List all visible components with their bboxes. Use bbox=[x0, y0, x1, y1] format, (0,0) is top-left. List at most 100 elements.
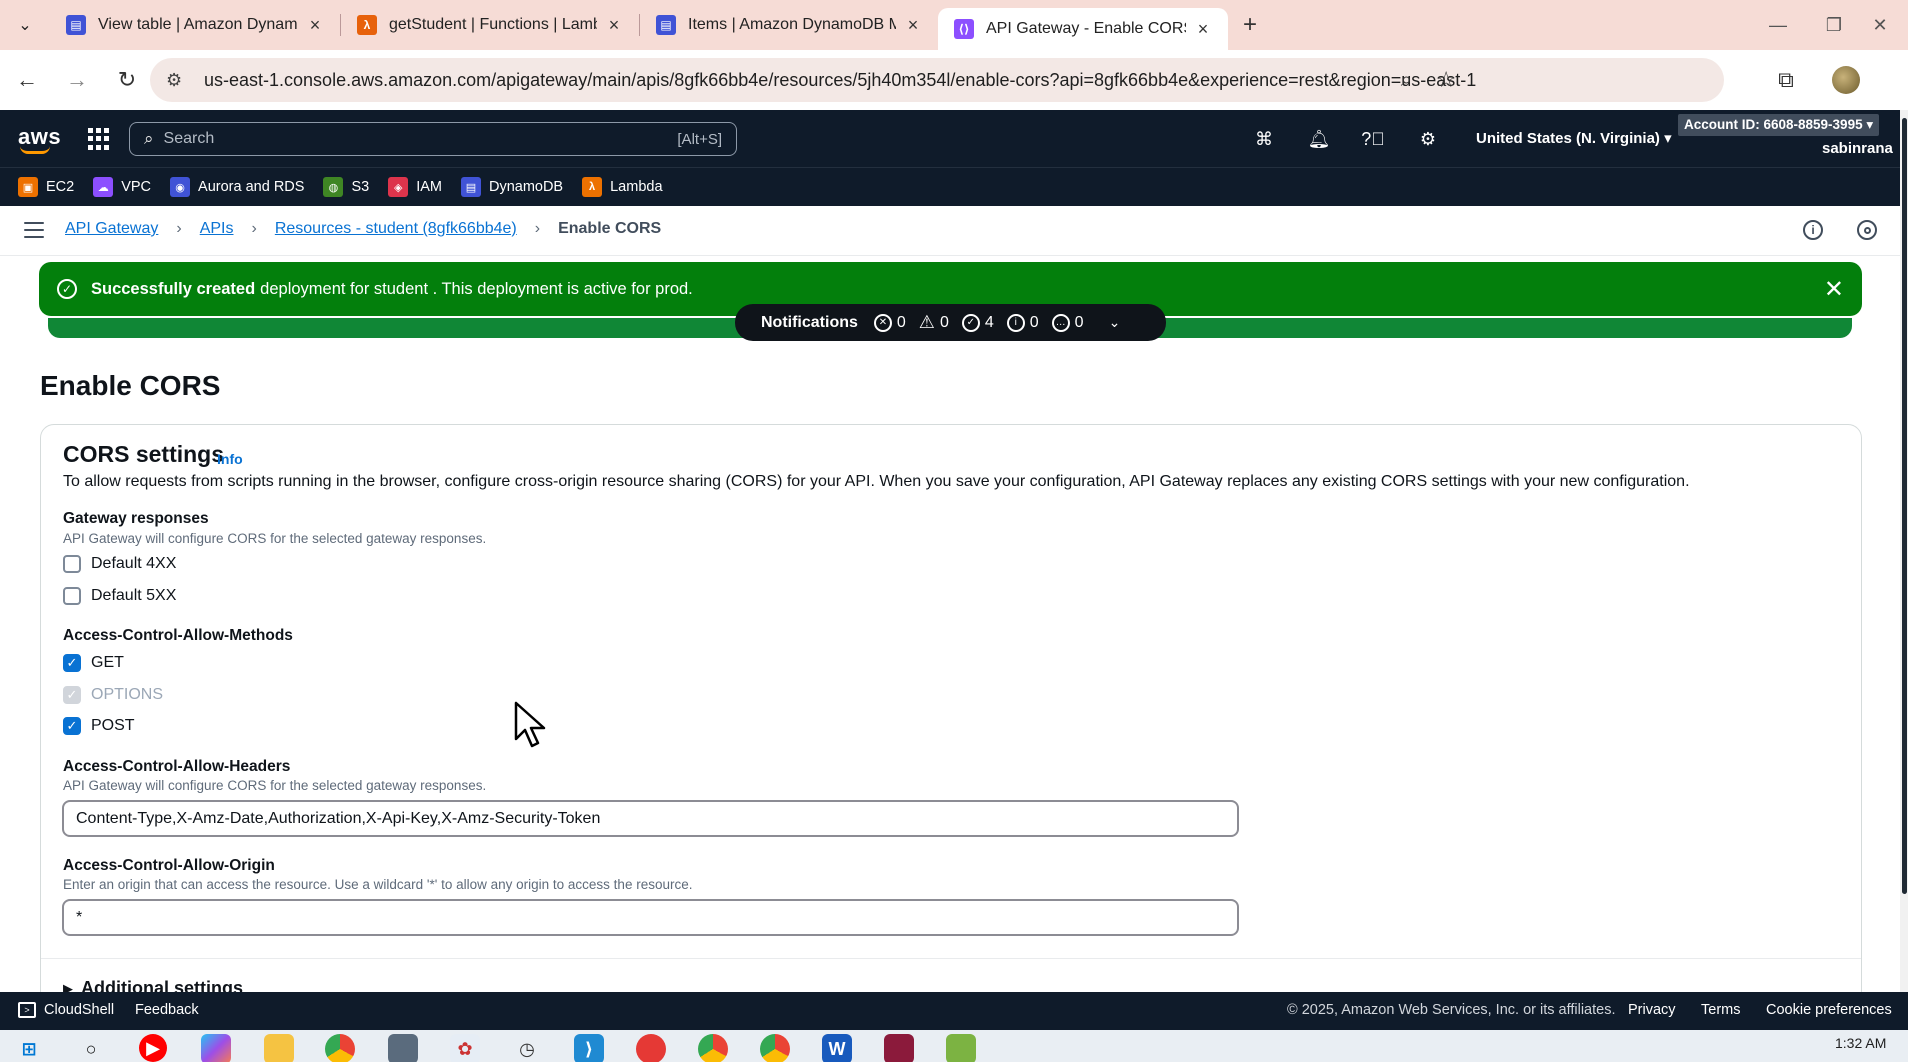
checkbox-method-options: ✓ OPTIONS bbox=[63, 686, 163, 704]
breadcrumb-apis[interactable]: APIs bbox=[200, 220, 234, 238]
clock-icon[interactable]: ◷ bbox=[512, 1034, 542, 1062]
allow-origin-input[interactable] bbox=[62, 899, 1239, 936]
checkbox-default-5xx[interactable]: Default 5XX bbox=[63, 587, 176, 605]
cookie-preferences-link[interactable]: Cookie preferences bbox=[1766, 1002, 1892, 1018]
favorite-ec2[interactable]: ▣ EC2 bbox=[18, 177, 74, 197]
favorite-vpc[interactable]: ☁ VPC bbox=[93, 177, 151, 197]
help-icon[interactable]: ?⃝ bbox=[1360, 126, 1386, 152]
new-tab-plus-icon[interactable]: + bbox=[1228, 11, 1272, 39]
paint-icon[interactable]: ✿ bbox=[450, 1034, 480, 1062]
checkbox-box-disabled: ✓ bbox=[63, 686, 81, 704]
browser-tab-active[interactable]: ⟨⟩ API Gateway - Enable CORS × bbox=[938, 8, 1228, 50]
user-menu[interactable]: sabinrana bbox=[1822, 140, 1893, 157]
chrome-icon[interactable] bbox=[698, 1034, 728, 1062]
browser-tab[interactable]: ▤ Items | Amazon DynamoDB Ma × bbox=[640, 0, 938, 50]
lambda-icon: λ bbox=[582, 177, 603, 197]
scrollbar-thumb[interactable] bbox=[1902, 118, 1907, 894]
file-explorer-icon[interactable] bbox=[264, 1034, 294, 1062]
reload-icon[interactable]: ↻ bbox=[104, 57, 150, 103]
url-omnibox[interactable]: ⚙ us-east-1.console.aws.amazon.com/apiga… bbox=[150, 58, 1724, 102]
copyright-text: © 2025, Amazon Web Services, Inc. or its… bbox=[1287, 1002, 1616, 1018]
extensions-puzzle-icon[interactable]: ⧉ bbox=[1766, 60, 1806, 100]
browser-tab[interactable]: λ getStudent | Functions | Lambda × bbox=[341, 0, 639, 50]
favorite-lambda[interactable]: λ Lambda bbox=[582, 177, 663, 197]
forward-arrow-icon[interactable]: → bbox=[54, 57, 100, 103]
breadcrumb-resources[interactable]: Resources - student (8gfk66bb4e) bbox=[275, 220, 517, 238]
chrome-icon[interactable] bbox=[325, 1034, 355, 1062]
checkbox-method-post[interactable]: ✓ POST bbox=[63, 717, 135, 735]
preferences-icon[interactable] bbox=[1857, 220, 1877, 240]
gateway-responses-desc: API Gateway will configure CORS for the … bbox=[63, 531, 487, 546]
favorite-iam[interactable]: ◈ IAM bbox=[388, 177, 442, 197]
profile-avatar[interactable] bbox=[1832, 66, 1860, 94]
favorite-rds[interactable]: ◉ Aurora and RDS bbox=[170, 177, 304, 197]
checkbox-box[interactable] bbox=[63, 587, 81, 605]
info-link[interactable]: Info bbox=[217, 451, 243, 467]
aws-search-input[interactable]: ⌕ Search [Alt+S] bbox=[129, 122, 737, 156]
gear-icon[interactable]: ⚙ bbox=[1415, 126, 1441, 152]
notifications-bar[interactable]: Notifications ✕ 0 ⚠ 0 ✓ 4 i0 … 0 ⌄ bbox=[735, 304, 1166, 341]
lambda-favicon-icon: λ bbox=[357, 15, 377, 35]
copilot-icon[interactable] bbox=[201, 1034, 231, 1062]
search-icon[interactable]: ○ bbox=[76, 1034, 106, 1062]
favorite-s3[interactable]: ◍ S3 bbox=[323, 177, 369, 197]
close-icon[interactable]: × bbox=[1192, 19, 1214, 40]
favorite-dynamodb[interactable]: ▤ DynamoDB bbox=[460, 177, 563, 197]
tomato-icon[interactable] bbox=[636, 1034, 666, 1062]
bookmark-star-icon[interactable]: ☆ bbox=[1436, 67, 1456, 93]
chrome-icon[interactable] bbox=[760, 1034, 790, 1062]
windows-start-icon[interactable]: ⊞ bbox=[14, 1034, 44, 1062]
in-progress-icon: … bbox=[1051, 313, 1070, 332]
zoom-magnifier-icon[interactable]: ⌕ bbox=[1401, 69, 1412, 92]
allow-headers-input[interactable] bbox=[62, 800, 1239, 837]
site-info-icon[interactable]: ⚙ bbox=[166, 70, 188, 91]
panel-title: CORS settings bbox=[63, 441, 225, 467]
calculator-icon[interactable] bbox=[388, 1034, 418, 1062]
taskbar-clock[interactable]: 1:32 AM bbox=[1835, 1035, 1886, 1051]
address-bar: ← → ↻ ⚙ us-east-1.console.aws.amazon.com… bbox=[0, 50, 1908, 137]
privacy-link[interactable]: Privacy bbox=[1628, 1002, 1676, 1018]
checkbox-box-checked[interactable]: ✓ bbox=[63, 717, 81, 735]
breadcrumb-api-gateway[interactable]: API Gateway bbox=[65, 220, 158, 238]
winrar-icon[interactable] bbox=[884, 1034, 914, 1062]
dynamodb-favicon-icon: ▤ bbox=[66, 15, 86, 35]
flash-message: deployment for student . This deployment… bbox=[260, 279, 693, 298]
checkbox-box[interactable] bbox=[63, 555, 81, 573]
tab-title: View table | Amazon DynamoDB bbox=[98, 16, 298, 33]
notepad-icon[interactable] bbox=[946, 1034, 976, 1062]
info-panel-icon[interactable]: i bbox=[1803, 220, 1823, 240]
cloudshell-button[interactable]: > CloudShell bbox=[18, 1002, 114, 1018]
window-close-icon[interactable]: ✕ bbox=[1852, 0, 1908, 50]
allow-headers-label: Access-Control-Allow-Headers bbox=[63, 758, 291, 775]
checkbox-box-checked[interactable]: ✓ bbox=[63, 654, 81, 672]
close-icon[interactable]: × bbox=[902, 15, 924, 36]
region-selector[interactable]: United States (N. Virginia) ▾ bbox=[1476, 129, 1672, 147]
url-text[interactable]: us-east-1.console.aws.amazon.com/apigate… bbox=[204, 70, 1476, 91]
services-grid-icon[interactable] bbox=[88, 128, 110, 150]
minimize-icon[interactable]: — bbox=[1750, 0, 1806, 50]
vscode-icon[interactable]: ⟩ bbox=[574, 1034, 604, 1062]
browser-tab[interactable]: ▤ View table | Amazon DynamoDB × bbox=[50, 0, 340, 50]
dynamodb-icon: ▤ bbox=[460, 177, 481, 197]
bell-icon[interactable]: 🔔︎ bbox=[1306, 126, 1332, 152]
account-id-badge[interactable]: Account ID: 6608-8859-3995 ▾ bbox=[1678, 114, 1880, 136]
divider bbox=[41, 958, 1861, 959]
success-count: ✓ 4 bbox=[961, 313, 994, 332]
checkbox-default-4xx[interactable]: Default 4XX bbox=[63, 555, 176, 573]
feedback-link[interactable]: Feedback bbox=[135, 1002, 199, 1018]
youtube-icon[interactable]: ▶ bbox=[139, 1034, 167, 1062]
terms-link[interactable]: Terms bbox=[1701, 1002, 1740, 1018]
cloudshell-icon[interactable]: ⌘ bbox=[1251, 126, 1277, 152]
back-arrow-icon[interactable]: ← bbox=[4, 57, 50, 103]
aws-logo[interactable]: aws bbox=[18, 124, 61, 154]
close-icon[interactable]: × bbox=[603, 15, 625, 36]
dismiss-close-icon[interactable]: ✕ bbox=[1824, 275, 1844, 304]
warning-icon: ⚠ bbox=[918, 312, 935, 332]
close-icon[interactable]: × bbox=[304, 15, 326, 36]
checkbox-method-get[interactable]: ✓ GET bbox=[63, 654, 124, 672]
tab-search-chevron-icon[interactable]: ⌄ bbox=[0, 0, 50, 50]
word-icon[interactable]: W bbox=[822, 1034, 852, 1062]
side-nav-menu-icon[interactable] bbox=[24, 222, 44, 238]
chevron-down-icon[interactable]: ⌄ bbox=[1109, 314, 1121, 331]
flash-bold-text: Successfully created bbox=[91, 279, 256, 298]
